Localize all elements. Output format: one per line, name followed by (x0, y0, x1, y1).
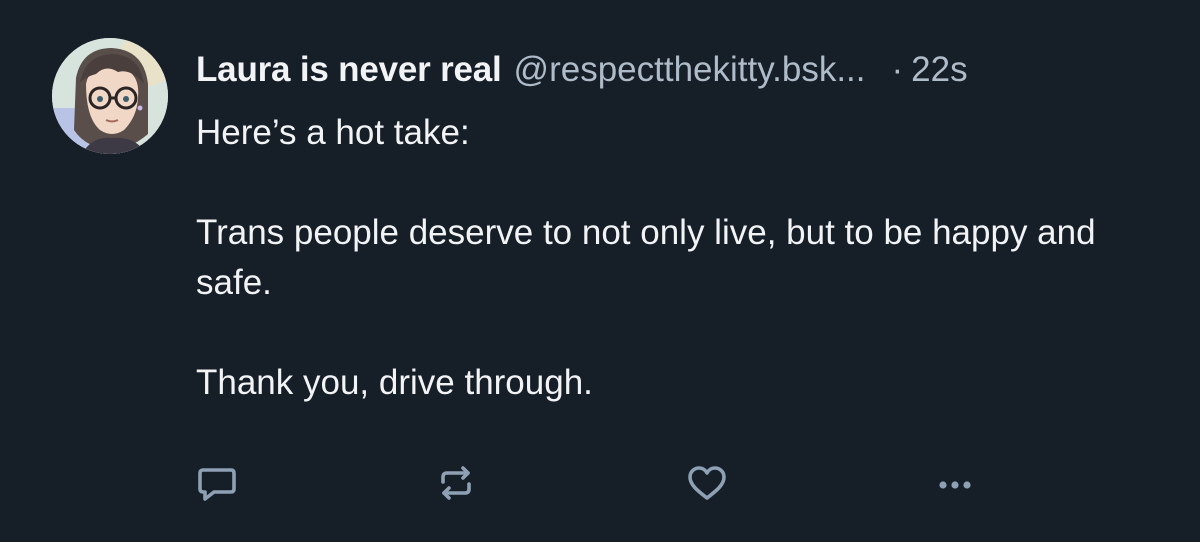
repost-button[interactable] (428, 455, 484, 511)
heart-icon (688, 466, 726, 500)
repost-arrows-icon (441, 466, 471, 500)
reply-button[interactable] (189, 455, 245, 511)
author-display-name[interactable]: Laura is never real (196, 46, 502, 94)
ellipsis-icon (939, 481, 971, 489)
more-options-button[interactable] (927, 455, 983, 511)
like-button[interactable] (679, 455, 735, 511)
post-body: Here’s a hot take: Trans people deserve … (196, 108, 1176, 408)
avatar-image (52, 38, 168, 154)
post-text-line: Trans people deserve to not only live, b… (196, 213, 1096, 302)
author-avatar[interactable] (52, 38, 168, 154)
post-card[interactable]: Laura is never real @respectthekitty.bsk… (0, 0, 1200, 542)
post-header: Laura is never real @respectthekitty.bsk… (196, 46, 968, 94)
speech-bubble-icon (198, 468, 236, 501)
header-separator: · (891, 50, 904, 89)
post-text-line: Here’s a hot take: (196, 113, 470, 152)
post-timestamp[interactable]: 22s (911, 46, 967, 94)
post-actions (0, 455, 1200, 511)
author-handle[interactable]: @respectthekitty.bsk... (514, 46, 866, 94)
post-text-line: Thank you, drive through. (196, 363, 593, 402)
